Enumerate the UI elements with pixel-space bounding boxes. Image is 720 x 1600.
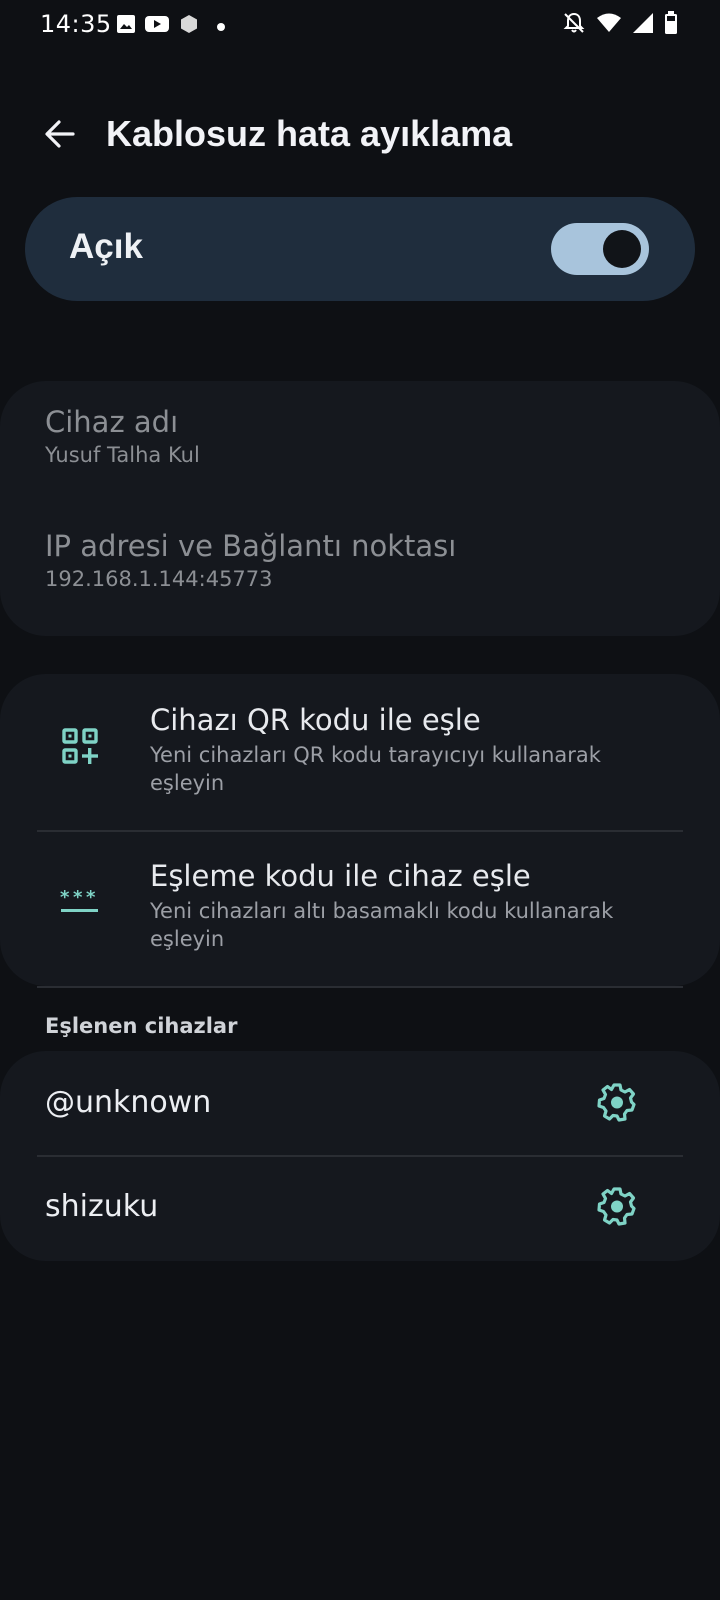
status-bar: 14:35 [0, 0, 720, 52]
bell-off-icon [562, 11, 586, 39]
gear-icon [597, 1082, 637, 1126]
info-card: Cihaz adı Yusuf Talha Kul IP adresi ve B… [0, 381, 720, 636]
svg-text:*: * [60, 887, 70, 908]
ip-title: IP adresi ve Bağlantı noktası [45, 529, 457, 563]
device-name-title: Cihaz adı [45, 405, 179, 439]
section-divider [37, 986, 683, 988]
paired-device-row[interactable]: @unknown [0, 1051, 720, 1155]
arrow-left-icon [43, 117, 77, 155]
youtube-icon [144, 14, 170, 38]
image-icon [116, 14, 136, 38]
back-button[interactable] [36, 112, 84, 160]
status-right-icons [562, 11, 678, 39]
status-time: 14:35 [40, 10, 112, 38]
svg-text:*: * [86, 887, 96, 908]
main-toggle-label: Açık [69, 227, 143, 266]
page-title: Kablosuz hata ayıklama [106, 113, 513, 154]
device-settings-button[interactable] [594, 1185, 640, 1231]
paired-device-name: shizuku [45, 1189, 159, 1224]
ip-address-item[interactable]: IP adresi ve Bağlantı noktası 192.168.1.… [45, 529, 456, 591]
paired-device-name: @unknown [45, 1085, 212, 1120]
main-toggle-card[interactable]: Açık [25, 197, 695, 301]
pair-qr-subtitle: Yeni cihazları QR kodu tarayıcıyı kullan… [150, 743, 601, 795]
device-settings-button[interactable] [594, 1081, 640, 1127]
password-asterisks-icon: * * * [58, 880, 102, 924]
cell-signal-icon [632, 12, 654, 38]
gear-icon [597, 1186, 637, 1230]
wifi-icon [596, 12, 622, 38]
svg-text:*: * [73, 887, 83, 908]
battery-icon [664, 11, 678, 39]
pair-with-qr-item[interactable]: Cihazı QR kodu ile eşle Yeni cihazları Q… [0, 674, 720, 830]
pairing-card: Cihazı QR kodu ile eşle Yeni cihazları Q… [0, 674, 720, 986]
top-app-bar: Kablosuz hata ayıklama [0, 100, 720, 172]
wireless-debugging-switch[interactable] [551, 223, 649, 275]
device-name-value: Yusuf Talha Kul [45, 443, 200, 467]
pair-code-title: Eşleme kodu ile cihaz eşle [150, 859, 531, 893]
switch-thumb [603, 230, 641, 268]
status-left-icons [116, 14, 226, 38]
pair-qr-title: Cihazı QR kodu ile eşle [150, 703, 481, 737]
app-hexagon-icon [178, 13, 200, 39]
pair-with-code-item[interactable]: * * * Eşleme kodu ile cihaz eşle Yeni ci… [0, 830, 720, 986]
pair-code-subtitle: Yeni cihazları altı basamaklı kodu kulla… [150, 899, 614, 951]
qr-code-add-icon [58, 724, 102, 768]
paired-devices-card: @unknown shizuku [0, 1051, 720, 1261]
paired-devices-header: Eşlenen cihazlar [45, 1014, 238, 1038]
notification-dot-icon [216, 17, 226, 36]
paired-device-row[interactable]: shizuku [0, 1155, 720, 1259]
device-name-item[interactable]: Cihaz adı Yusuf Talha Kul [45, 405, 200, 467]
ip-value: 192.168.1.144:45773 [45, 567, 273, 591]
